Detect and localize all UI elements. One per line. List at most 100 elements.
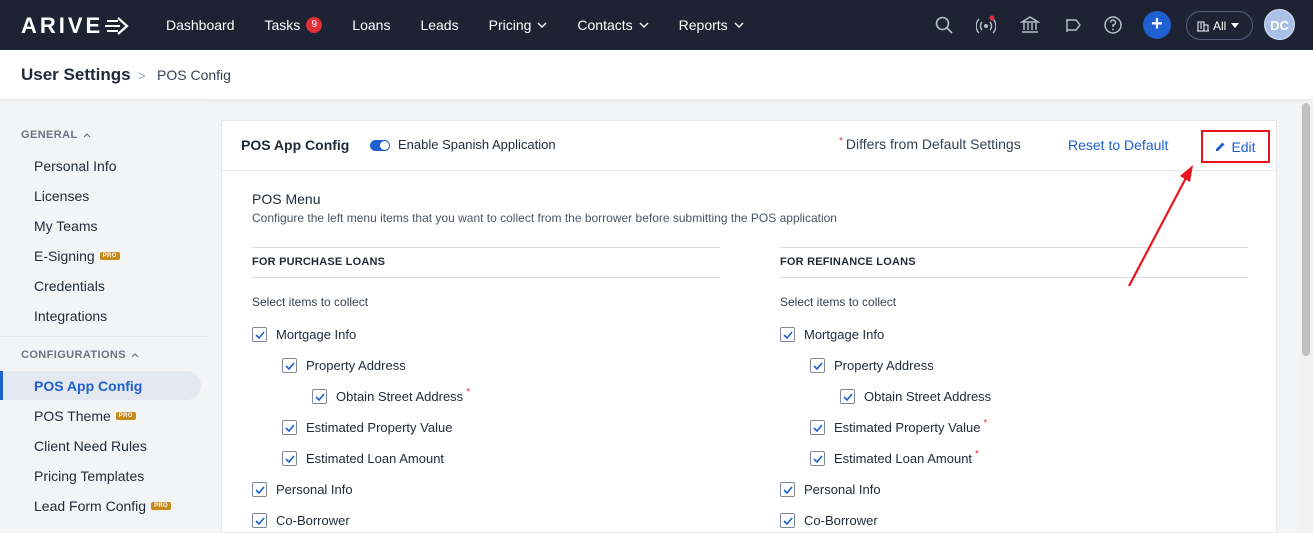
refinance-estimated-property-value-checkbox[interactable]: Estimated Property Value * bbox=[810, 418, 988, 435]
refinance-obtain-street-address-checkbox[interactable]: Obtain Street Address bbox=[840, 389, 991, 404]
nav-dashboard[interactable]: Dashboard bbox=[166, 17, 235, 33]
checkbox[interactable] bbox=[282, 420, 297, 435]
sidebar-item-lead-form-config[interactable]: Lead Form Config PRO bbox=[34, 498, 171, 514]
refinance-property-address-checkbox[interactable]: Property Address bbox=[810, 358, 934, 373]
nav-label: Dashboard bbox=[166, 17, 235, 33]
nav-tasks[interactable]: Tasks 9 bbox=[265, 17, 323, 33]
arive-logo[interactable]: ARIVE bbox=[21, 13, 129, 39]
differs-legend: * Differs from Default Settings bbox=[839, 136, 1021, 152]
checkbox-label: Property Address bbox=[306, 358, 406, 373]
purchase-personal-info-checkbox[interactable]: Personal Info bbox=[252, 482, 353, 497]
refinance-personal-info-checkbox[interactable]: Personal Info bbox=[780, 482, 881, 497]
search-icon[interactable] bbox=[934, 15, 954, 35]
sidebar-item-label: Lead Form Config bbox=[34, 498, 147, 514]
checkbox[interactable] bbox=[252, 327, 267, 342]
chevron-down-icon bbox=[734, 22, 744, 28]
sidebar-item-pricing-templates[interactable]: Pricing Templates bbox=[34, 468, 144, 484]
checkbox[interactable] bbox=[312, 389, 327, 404]
caret-down-icon bbox=[1231, 23, 1240, 28]
nav-leads[interactable]: Leads bbox=[420, 17, 458, 33]
scope-filter-value: All bbox=[1213, 18, 1227, 33]
purchase-property-address-checkbox[interactable]: Property Address bbox=[282, 358, 406, 373]
checkbox[interactable] bbox=[780, 482, 795, 497]
megaphone-icon[interactable] bbox=[1064, 15, 1084, 35]
refinance-mortgage-info-checkbox[interactable]: Mortgage Info bbox=[780, 327, 884, 342]
checkbox[interactable] bbox=[282, 358, 297, 373]
checkbox-label: Estimated Loan Amount bbox=[306, 451, 445, 466]
create-new-button[interactable]: + bbox=[1143, 11, 1171, 39]
checkbox[interactable] bbox=[780, 513, 795, 528]
sidebar-item-licenses[interactable]: Licenses bbox=[34, 188, 89, 204]
breadcrumb-root[interactable]: User Settings bbox=[21, 65, 131, 85]
checkmark-icon bbox=[842, 392, 853, 401]
broadcast-icon[interactable] bbox=[976, 15, 996, 35]
nav-reports[interactable]: Reports bbox=[679, 17, 744, 33]
checkbox-label: Property Address bbox=[834, 358, 934, 373]
sidebar-item-my-teams[interactable]: My Teams bbox=[34, 218, 98, 234]
refinance-estimated-loan-amount-checkbox[interactable]: Estimated Loan Amount * bbox=[810, 449, 979, 466]
scrollbar-thumb[interactable] bbox=[1302, 103, 1310, 356]
checkbox-label: Estimated Loan Amount bbox=[834, 451, 973, 466]
bank-icon[interactable] bbox=[1020, 15, 1040, 35]
checkbox-label: Co-Borrower bbox=[276, 513, 350, 528]
checkbox-label: Mortgage Info bbox=[276, 327, 357, 342]
nav-pricing[interactable]: Pricing bbox=[489, 17, 548, 33]
general-section-toggle[interactable]: GENERAL bbox=[21, 129, 91, 141]
checkbox[interactable] bbox=[810, 358, 825, 373]
purchase-mortgage-info-checkbox[interactable]: Mortgage Info bbox=[252, 327, 356, 342]
scope-filter-dropdown[interactable]: All bbox=[1186, 11, 1253, 40]
section-subtitle: Configure the left menu items that you w… bbox=[252, 211, 837, 225]
checkbox[interactable] bbox=[252, 513, 267, 528]
avatar[interactable]: DC bbox=[1264, 9, 1295, 40]
checkbox[interactable] bbox=[282, 451, 297, 466]
purchase-estimated-property-value-checkbox[interactable]: Estimated Property Value bbox=[282, 420, 452, 435]
configurations-section-toggle[interactable]: CONFIGURATIONS bbox=[21, 349, 139, 361]
nav-loans[interactable]: Loans bbox=[352, 17, 390, 33]
purchase-co-borrower-checkbox[interactable]: Co-Borrower bbox=[252, 513, 350, 528]
edit-button[interactable]: Edit bbox=[1201, 130, 1270, 163]
toggle-knob bbox=[380, 141, 389, 150]
checkbox[interactable] bbox=[252, 482, 267, 497]
help-icon[interactable] bbox=[1103, 15, 1123, 35]
checkbox-label: Estimated Property Value bbox=[834, 420, 981, 435]
differs-asterisk: * bbox=[983, 418, 988, 429]
sidebar-item-label: My Teams bbox=[34, 218, 98, 234]
checkbox[interactable] bbox=[810, 451, 825, 466]
pencil-icon bbox=[1216, 142, 1225, 151]
refinance-select-label: Select items to collect bbox=[780, 295, 897, 309]
checkbox[interactable] bbox=[840, 389, 855, 404]
sidebar-item-client-need-rules[interactable]: Client Need Rules bbox=[34, 438, 147, 454]
checkmark-icon bbox=[254, 330, 265, 339]
sidebar-item-e-signing[interactable]: E-Signing PRO bbox=[34, 248, 120, 264]
reset-to-default-button[interactable]: Reset to Default bbox=[1068, 137, 1168, 153]
nav-label: Leads bbox=[420, 17, 459, 33]
refinance-co-borrower-checkbox[interactable]: Co-Borrower bbox=[780, 513, 878, 528]
checkmark-icon bbox=[812, 423, 823, 432]
nav-label: Loans bbox=[352, 17, 391, 33]
checkmark-icon bbox=[254, 485, 265, 494]
tasks-count-badge: 9 bbox=[306, 17, 323, 33]
annotation-arrow-icon bbox=[1128, 165, 1193, 287]
top-navigation: ARIVE Dashboard Tasks 9 Loans Leads Prici… bbox=[0, 0, 1313, 50]
spanish-application-toggle[interactable] bbox=[370, 140, 390, 151]
nav-contacts[interactable]: Contacts bbox=[577, 17, 649, 33]
purchase-select-label: Select items to collect bbox=[252, 295, 369, 309]
breadcrumb-separator: > bbox=[138, 68, 146, 83]
sidebar-item-pos-app-config[interactable]: POS App Config bbox=[34, 378, 142, 394]
checkbox[interactable] bbox=[780, 327, 795, 342]
sidebar-item-integrations[interactable]: Integrations bbox=[34, 308, 107, 324]
sidebar-item-label: POS Theme bbox=[34, 408, 111, 424]
purchase-obtain-street-address-checkbox[interactable]: Obtain Street Address * bbox=[312, 387, 470, 404]
sidebar-item-label: Integrations bbox=[34, 308, 108, 324]
building-icon bbox=[1197, 21, 1209, 31]
sidebar-item-credentials[interactable]: Credentials bbox=[34, 278, 105, 294]
checkbox-label: Co-Borrower bbox=[804, 513, 878, 528]
checkbox[interactable] bbox=[810, 420, 825, 435]
checkmark-icon bbox=[782, 516, 793, 525]
sidebar-item-pos-theme[interactable]: POS Theme PRO bbox=[34, 408, 136, 424]
sidebar-item-personal-info[interactable]: Personal Info bbox=[34, 158, 117, 174]
section-heading: GENERAL bbox=[21, 129, 78, 141]
purchase-estimated-loan-amount-checkbox[interactable]: Estimated Loan Amount bbox=[282, 451, 444, 466]
checkmark-icon bbox=[812, 361, 823, 370]
page-scrollbar[interactable] bbox=[1300, 101, 1313, 533]
